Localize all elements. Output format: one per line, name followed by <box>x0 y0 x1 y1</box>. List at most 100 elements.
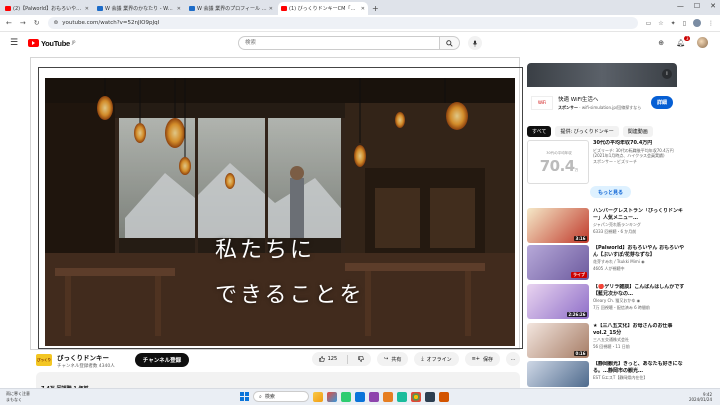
ad-banner-image[interactable]: i <box>527 63 677 87</box>
browser-tab[interactable]: (2)【Palworld】おもろいやん(2) ✕ <box>2 2 92 15</box>
video-title[interactable]: 【🔴ゲリラ雑談】こんばんはしんかです【藍兄次かなの… <box>593 284 685 297</box>
address-bar[interactable]: ⊜ youtube.com/watch?v=52nJlO9pJqI <box>47 17 638 29</box>
video-channel[interactable]: Oleary Ch. 猫又おかゆ ◉ <box>593 298 685 304</box>
bookmark-star-icon[interactable]: ☆ <box>658 20 663 27</box>
ad-logo: WiFi <box>531 95 553 110</box>
chip-all[interactable]: すべて <box>527 126 552 137</box>
ad-sponsor-label: スポンサー <box>558 104 578 110</box>
close-window-button[interactable]: ✕ <box>710 2 716 10</box>
sponsored-item[interactable]: 30代の平均年収 70.4万 30代の平均年収70.4万円 ビズリーチ: 30代… <box>527 140 677 204</box>
create-video-icon[interactable]: ⊕ <box>658 39 664 47</box>
app-icon[interactable] <box>369 391 379 402</box>
tab-title: (1) びっくりドンキーCM「豊らし <box>289 6 359 12</box>
reload-icon[interactable]: ↻ <box>34 19 40 27</box>
chip-from-channel[interactable]: 提供: びっくりドンキー <box>555 126 619 137</box>
youtube-logo[interactable]: YouTube JP <box>28 39 75 48</box>
dislike-button[interactable] <box>351 352 371 366</box>
list-item[interactable]: ライブ 【Palworld】おもろいやん おもろいやん【ぶいすぽ/花芽なずな】 … <box>527 245 687 280</box>
taskbar-apps: ⌕ 検索 <box>240 391 449 402</box>
tab-close-icon[interactable]: ✕ <box>361 6 365 12</box>
taskbar-search-label: 検索 <box>264 394 275 400</box>
chip-related[interactable]: 関連動画 <box>622 126 653 137</box>
browser-tab[interactable]: W 会議 業界のかなたり - Wantedly ✕ <box>94 2 184 15</box>
share-button[interactable]: ↪ 共有 <box>377 352 409 366</box>
browser-menu-icon[interactable]: ⋮ <box>708 20 714 27</box>
minimize-button[interactable]: — <box>677 2 684 10</box>
edge-browser-icon[interactable] <box>355 391 365 402</box>
video-title[interactable]: 【静岡観光】きっと、あなたも好きになる。…静岡市の観光… <box>593 361 685 374</box>
ad-text: 快適 WiFi生活へ スポンサー · wifi-simulation.jp/回線… <box>558 95 651 111</box>
list-item[interactable]: 【静岡観光】きっと、あなたも好きになる。…静岡市の観光… EST GエスT【静岡… <box>527 361 687 387</box>
youtube-favicon-icon <box>5 6 11 11</box>
info-icon[interactable]: i <box>662 69 672 79</box>
channel-name[interactable]: びっくりドンキー <box>57 352 115 362</box>
app-icon[interactable] <box>327 391 337 402</box>
list-item[interactable]: 2:26:26 【🔴ゲリラ雑談】こんばんはしんかです【藍兄次かなの… Olear… <box>527 284 687 319</box>
ad-card[interactable]: WiFi 快適 WiFi生活へ スポンサー · wifi-simulation.… <box>527 87 677 118</box>
search-input[interactable] <box>238 36 440 50</box>
maximize-button[interactable]: ☐ <box>694 2 700 10</box>
like-button[interactable]: 125 <box>312 352 345 366</box>
see-more-button[interactable]: もっと見る <box>590 186 632 198</box>
ad-details-button[interactable]: 詳細 <box>650 96 673 109</box>
tab-close-icon[interactable]: ✕ <box>177 6 181 12</box>
profile-avatar-icon[interactable] <box>693 19 701 27</box>
video-thumbnail[interactable]: 0:16 <box>527 323 589 358</box>
browser-tab[interactable]: W 会議 業界のプロフィール - Wantedly ✕ <box>186 2 276 15</box>
app-icon[interactable] <box>383 391 393 402</box>
youtube-wordmark: YouTube <box>41 38 70 48</box>
channel-avatar[interactable]: びっくり <box>36 354 52 366</box>
more-actions-button[interactable]: … <box>506 352 520 366</box>
video-thumbnail[interactable]: ライブ <box>527 245 589 280</box>
tab-close-icon[interactable]: ✕ <box>85 6 89 12</box>
video-meta: ハンバーグレストラン「びっくりドンキー」人気メニュー… ジャパン売れ筋ランキング… <box>593 208 685 243</box>
weather-line2: まもなく <box>6 397 22 402</box>
voice-search-button[interactable] <box>468 36 482 50</box>
back-arrow-icon[interactable]: ← <box>6 19 12 27</box>
duration-badge: 2:26:26 <box>566 312 587 317</box>
forward-arrow-icon[interactable]: → <box>20 19 26 27</box>
weather-widget[interactable]: 雨に寒く注意 まもなく <box>6 391 30 403</box>
video-caption-line1: 私たちに <box>215 238 316 263</box>
video-thumbnail[interactable]: 2:26:26 <box>527 284 589 319</box>
list-item[interactable]: 0:16 ★【三八五文化】お母さんのお仕事vol.2_15分 三八五交通株式会社… <box>527 323 687 358</box>
video-channel[interactable]: 三八五交通株式会社 <box>593 337 685 343</box>
offline-button[interactable]: ⤓ オフライン <box>414 352 459 366</box>
extensions-icon[interactable]: ✦ <box>671 20 676 27</box>
system-clock[interactable]: 9:42 2024/01/24 <box>689 392 712 402</box>
save-button[interactable]: ≡+ 保存 <box>464 352 500 366</box>
site-info-icon[interactable]: ⊜ <box>54 20 59 26</box>
region-code: JP <box>71 39 76 45</box>
thumbs-up-icon <box>318 356 325 362</box>
video-channel[interactable]: ジャパン売れ筋ランキング <box>593 222 685 228</box>
notifications-button[interactable]: 🔔︎ 3 <box>676 35 690 47</box>
app-icon[interactable] <box>341 391 351 402</box>
video-thumbnail[interactable] <box>527 361 589 387</box>
video-title[interactable]: ハンバーグレストラン「びっくりドンキー」人気メニュー… <box>593 208 685 221</box>
app-icon[interactable] <box>439 391 449 402</box>
file-explorer-icon[interactable] <box>313 391 323 402</box>
new-tab-button[interactable]: + <box>372 2 379 15</box>
account-avatar[interactable] <box>697 37 708 48</box>
video-title[interactable]: ★【三八五文化】お母さんのお仕事vol.2_15分 <box>593 323 685 336</box>
search-button[interactable] <box>440 36 460 50</box>
windows-start-icon[interactable] <box>240 392 249 401</box>
subscribe-button[interactable]: チャンネル登録 <box>134 353 190 367</box>
video-channel[interactable]: 花芽すみれ / Tsukki Mimi ◉ <box>593 259 685 265</box>
cast-icon[interactable]: ▭ <box>646 20 652 27</box>
browser-tab-active[interactable]: (1) びっくりドンキーCM「豊らし ✕ <box>278 2 368 15</box>
video-thumbnail[interactable]: 3:16 <box>527 208 589 243</box>
video-title[interactable]: 【Palworld】おもろいやん おもろいやん【ぶいすぽ/花芽なずな】 <box>593 245 685 258</box>
list-item[interactable]: 3:16 ハンバーグレストラン「びっくりドンキー」人気メニュー… ジャパン売れ筋… <box>527 208 687 243</box>
taskbar-search[interactable]: ⌕ 検索 <box>253 391 309 402</box>
app-icon[interactable] <box>397 391 407 402</box>
hamburger-menu-icon[interactable]: ☰ <box>10 38 22 48</box>
sidepanel-icon[interactable]: ▯ <box>683 20 686 27</box>
header-right: ⊕ 🔔︎ 3 <box>658 35 708 48</box>
sponsored-thumbnail[interactable]: 30代の平均年収 70.4万 <box>527 140 589 184</box>
ad-sponsor-line: スポンサー · wifi-simulation.jp/回線探すなら <box>558 104 642 110</box>
video-channel[interactable]: EST GエスT【静岡県内在住】 <box>593 375 685 381</box>
chrome-browser-icon[interactable] <box>411 391 421 402</box>
app-icon[interactable] <box>425 391 435 402</box>
tab-close-icon[interactable]: ✕ <box>269 6 273 12</box>
